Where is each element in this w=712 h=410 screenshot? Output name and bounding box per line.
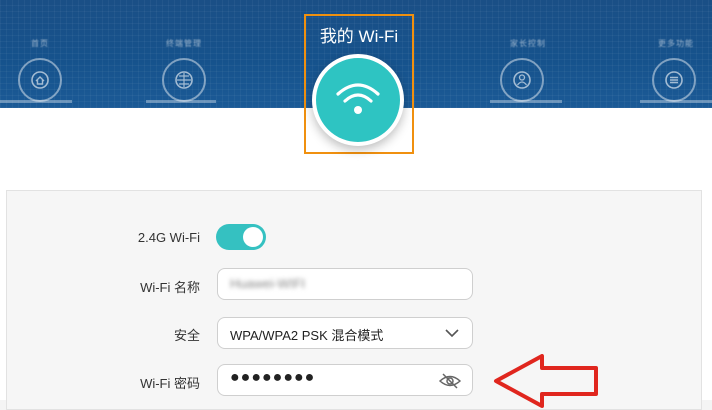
nav-item-my-wifi-active[interactable]: 我的 Wi-Fi [304,14,414,154]
active-tab-title: 我的 Wi-Fi [319,27,399,46]
wifi-name-input[interactable]: Huawei-WIFI [217,268,473,300]
parental-icon [500,58,544,102]
wifi-icon [312,54,404,146]
security-select[interactable]: WPA/WPA2 PSK 混合模式 [217,317,473,349]
nav-label: 家长控制 [510,39,546,48]
eye-hidden-icon[interactable] [438,371,462,391]
security-label: 安全 [173,328,200,343]
nav-underline [640,100,712,103]
nav-underline [0,100,72,103]
security-value: WPA/WPA2 PSK 混合模式 [230,328,384,343]
nav-label: 首页 [31,39,49,48]
nav-item-parental[interactable]: 家长控制 [488,28,568,106]
nav-label: 终端管理 [166,39,202,48]
wifi-name-value: Huawei-WIFI [230,276,306,291]
devices-icon [162,58,206,102]
password-label: Wi-Fi 密码 [140,376,200,391]
nav-item-devices[interactable]: 终端管理 [144,28,224,106]
wifi-24g-label: 2.4G Wi-Fi [137,230,200,245]
nav-item-more[interactable]: 更多功能 [636,28,712,106]
nav-item-home[interactable]: 首页 [0,28,80,106]
menu-icon [652,58,696,102]
nav-underline [490,100,562,103]
wifi-name-label: Wi-Fi 名称 [140,280,200,295]
wifi-24g-toggle[interactable] [216,224,266,250]
chevron-down-icon [445,329,459,338]
toggle-knob [243,227,263,247]
password-value: ●●●●●●●● [230,369,316,386]
nav-underline [146,100,216,103]
nav-label: 更多功能 [658,39,694,48]
password-input[interactable]: ●●●●●●●● [217,364,473,396]
home-icon [18,58,62,102]
